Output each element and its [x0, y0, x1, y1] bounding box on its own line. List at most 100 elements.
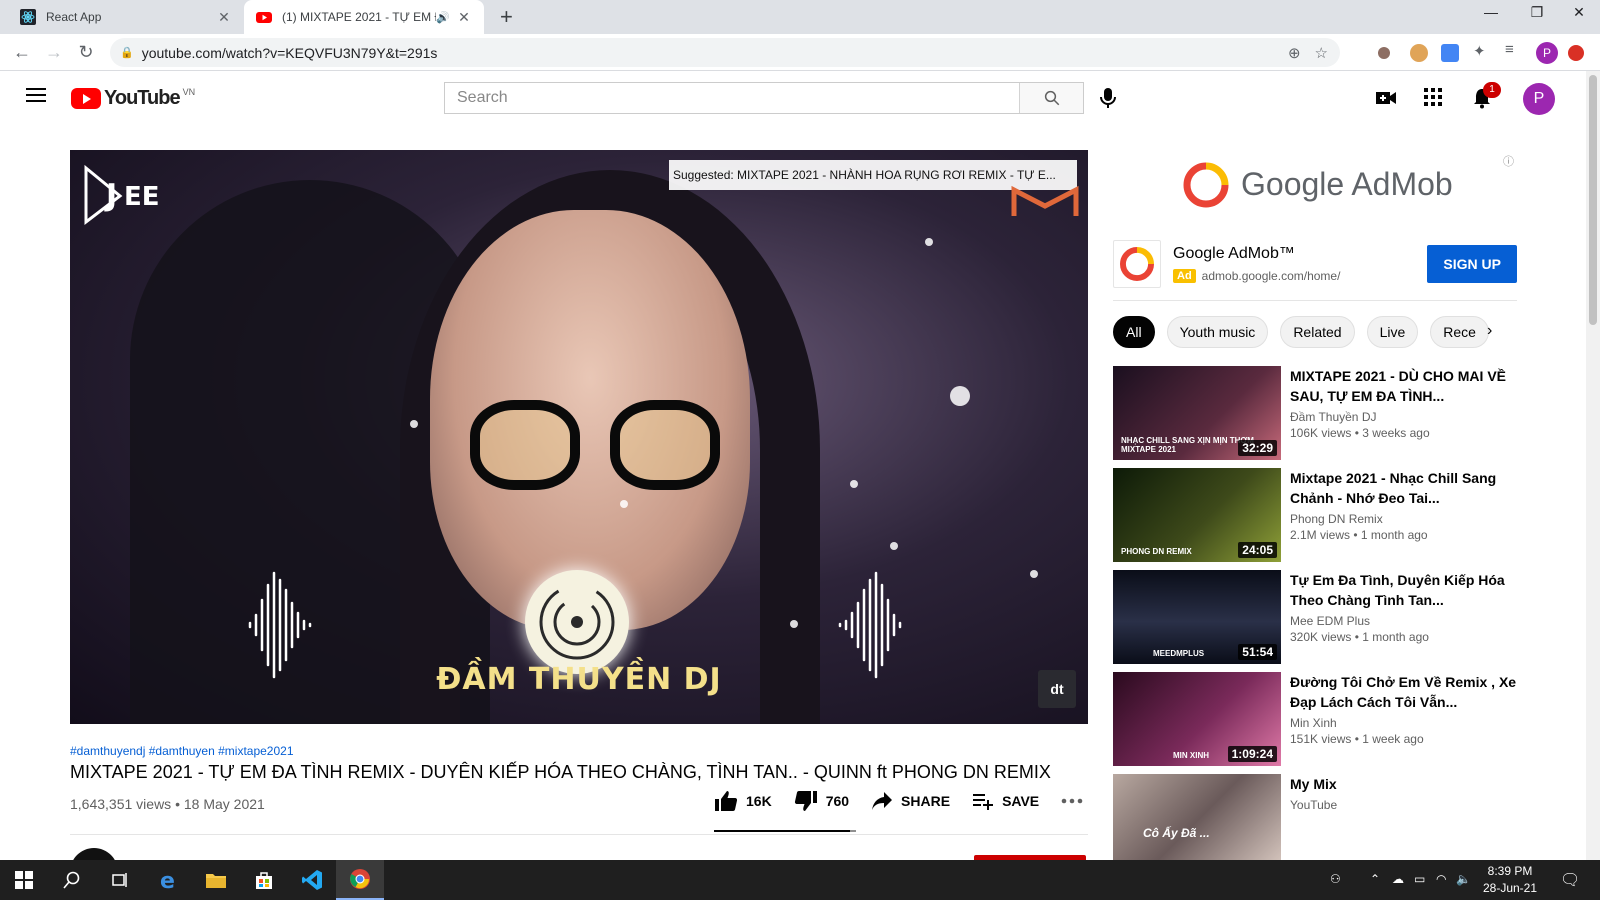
recommended-video[interactable]: MEEDMPLUS 51:54 Tự Em Đa Tình, Duyên Kiế… — [1113, 570, 1517, 664]
clock-date: 28-Jun-21 — [1482, 881, 1538, 895]
search-input[interactable] — [445, 83, 1019, 113]
video-thumbnail[interactable]: MIN XINH 1:09:24 — [1113, 672, 1281, 766]
battery-icon[interactable]: ▭ — [1414, 872, 1425, 886]
chip-related[interactable]: Related — [1280, 316, 1355, 348]
speaker-icon[interactable]: 🔊 — [436, 11, 450, 24]
rec-title[interactable]: Đường Tôi Chở Em Về Remix , Xe Đạp Lách … — [1290, 672, 1517, 712]
star-icon[interactable]: ☆ — [1315, 44, 1328, 62]
close-icon[interactable]: ✕ — [216, 9, 232, 26]
chip-recent[interactable]: Rece — [1430, 316, 1489, 348]
chrome-icon[interactable] — [336, 860, 384, 900]
media-queue-icon[interactable]: ≡ — [1505, 41, 1523, 59]
notifications-icon[interactable]: 🗨 — [1560, 870, 1580, 890]
video-thumbnail[interactable]: MEEDMPLUS 51:54 — [1113, 570, 1281, 664]
video-player[interactable]: J EE Suggested: MIXTAPE 2021 - NHÀNH HOA … — [70, 150, 1088, 724]
url-field[interactable]: 🔒 youtube.com/watch?v=KEQVFU3N79Y&t=291s… — [110, 38, 1340, 67]
like-button[interactable]: 16K — [714, 790, 772, 812]
tab-youtube[interactable]: (1) MIXTAPE 2021 - TỰ EM Đ 🔊 ✕ — [244, 0, 484, 34]
vscode-icon[interactable] — [288, 860, 336, 900]
reload-button[interactable]: ↻ — [74, 40, 98, 64]
rec-views: 320K views • 1 month ago — [1290, 630, 1429, 644]
thumbs-down-icon — [794, 791, 817, 811]
dislike-count: 760 — [825, 793, 850, 809]
puzzle-extensions-icon[interactable]: ✦ — [1473, 42, 1491, 60]
scrollbar-thumb[interactable] — [1589, 75, 1597, 325]
rec-title[interactable]: MIXTAPE 2021 - DÙ CHO MAI VỀ SAU, TỰ EM … — [1290, 366, 1517, 406]
add-icon[interactable]: ⊕ — [1288, 44, 1301, 62]
task-view-icon[interactable] — [96, 860, 144, 900]
mic-icon[interactable] — [1098, 87, 1118, 109]
thumbnail-caption: MEEDMPLUS — [1153, 649, 1205, 658]
rec-channel[interactable]: YouTube — [1290, 798, 1517, 812]
rec-title[interactable]: Mixtape 2021 - Nhạc Chill Sang Chảnh - N… — [1290, 468, 1517, 508]
video-views-date: 1,643,351 views • 18 May 2021 — [70, 796, 265, 812]
country-code: VN — [182, 86, 196, 97]
minimize-button[interactable]: — — [1468, 4, 1514, 20]
update-icon[interactable] — [1568, 45, 1584, 61]
more-actions-button[interactable] — [1061, 798, 1083, 804]
chevron-up-icon[interactable]: ⌃ — [1370, 872, 1380, 886]
video-thumbnail[interactable]: NHẠC CHILL SANG XỊN MỊN THƠM MIXTAPE 202… — [1113, 366, 1281, 460]
create-video-icon[interactable] — [1375, 87, 1397, 109]
hashtags[interactable]: #damthuyendj #damthuyen #mixtape2021 — [70, 744, 294, 758]
recommended-mix[interactable]: Cô Ấy Đã ... My Mix YouTube — [1113, 774, 1517, 860]
close-window-button[interactable]: ✕ — [1556, 4, 1600, 21]
chip-live[interactable]: Live — [1366, 316, 1419, 348]
share-button[interactable]: SHARE — [871, 791, 950, 811]
recommended-video[interactable]: MIN XINH 1:09:24 Đường Tôi Chở Em Về Rem… — [1113, 672, 1517, 766]
rec-channel[interactable]: Phong DN Remix — [1290, 512, 1517, 526]
windows-start-icon[interactable] — [0, 860, 48, 900]
channel-watermark[interactable]: dt — [1038, 670, 1076, 708]
save-button[interactable]: SAVE — [972, 791, 1039, 811]
onedrive-icon[interactable]: ☁ — [1392, 872, 1404, 886]
rec-channel[interactable]: Min Xinh — [1290, 716, 1517, 730]
cookie-extension-icon[interactable] — [1410, 44, 1428, 62]
mix-thumbnail[interactable]: Cô Ấy Đã ... — [1113, 774, 1281, 860]
chip-youth-music[interactable]: Youth music — [1166, 316, 1269, 348]
system-clock[interactable]: 8:39 PM 28-Jun-21 — [1470, 863, 1550, 897]
ad-badge: Ad — [1173, 269, 1196, 283]
file-explorer-icon[interactable] — [192, 860, 240, 900]
dislike-button[interactable]: 760 — [794, 790, 849, 812]
edge-icon[interactable]: e — [144, 860, 192, 900]
search-button[interactable] — [1019, 83, 1083, 113]
ad-banner[interactable]: Google AdMob — [1113, 152, 1517, 217]
windows-taskbar: e ⚇ ⌃ ☁ ▭ ◠ 🔈 8:39 PM 28-Jun-21 🗨 — [0, 860, 1600, 900]
extension-icon[interactable] — [1378, 47, 1390, 59]
rec-channel[interactable]: Đầm Thuyền DJ — [1290, 410, 1517, 424]
back-button[interactable]: ← — [10, 40, 34, 64]
search-icon[interactable] — [48, 860, 96, 900]
youtube-logo[interactable]: YouTube VN — [71, 87, 195, 110]
account-avatar[interactable]: P — [1523, 83, 1555, 115]
volume-icon[interactable]: 🔈 — [1456, 872, 1471, 886]
maximize-button[interactable]: ❐ — [1514, 4, 1560, 21]
video-thumbnail[interactable]: PHONG DN REMIX 24:05 — [1113, 468, 1281, 562]
wifi-icon[interactable]: ◠ — [1436, 872, 1446, 886]
menu-icon[interactable] — [26, 88, 46, 106]
save-label: SAVE — [1002, 793, 1040, 809]
translate-extension-icon[interactable] — [1441, 44, 1459, 62]
rec-title[interactable]: My Mix — [1290, 774, 1517, 794]
chip-all[interactable]: All — [1113, 316, 1155, 348]
thumbnail-caption: PHONG DN REMIX — [1121, 547, 1192, 556]
new-tab-button[interactable]: + — [500, 4, 513, 30]
tab-react-app[interactable]: React App ✕ — [8, 0, 244, 34]
people-icon[interactable]: ⚇ — [1330, 872, 1341, 886]
recommended-video[interactable]: PHONG DN REMIX 24:05 Mixtape 2021 - Nhạc… — [1113, 468, 1517, 562]
video-actions: 16K 760 SHARE SAVE — [714, 790, 1105, 812]
ad-card[interactable]: Google AdMob™ Ad admob.google.com/home/ S… — [1113, 233, 1517, 295]
m-logo-icon — [1010, 182, 1080, 218]
forward-button[interactable]: → — [42, 40, 66, 64]
profile-avatar[interactable]: P — [1536, 42, 1558, 64]
ad-thumbnail — [1113, 240, 1161, 288]
rec-channel[interactable]: Mee EDM Plus — [1290, 614, 1517, 628]
info-icon[interactable]: ⓘ — [1503, 153, 1514, 169]
close-icon[interactable]: ✕ — [456, 9, 472, 26]
sign-up-button[interactable]: SIGN UP — [1427, 245, 1517, 283]
recommended-video[interactable]: NHẠC CHILL SANG XỊN MỊN THƠM MIXTAPE 202… — [1113, 366, 1517, 460]
page-scrollbar[interactable] — [1586, 71, 1600, 860]
store-icon[interactable] — [240, 860, 288, 900]
apps-grid-icon[interactable] — [1423, 87, 1443, 107]
rec-title[interactable]: Tự Em Đa Tình, Duyên Kiếp Hóa Theo Chàng… — [1290, 570, 1517, 610]
chevron-right-icon[interactable]: › — [1487, 322, 1492, 340]
